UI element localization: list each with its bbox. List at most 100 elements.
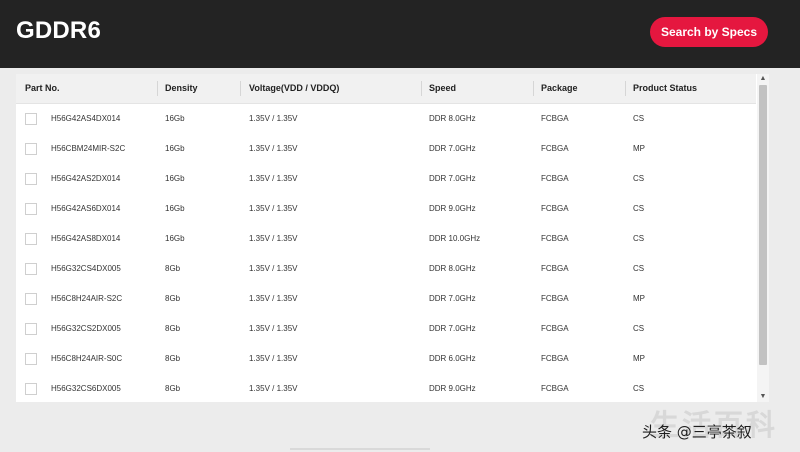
density-cell: 16Gb	[165, 204, 185, 213]
package-cell: FCBGA	[541, 294, 569, 303]
table-header: Part No. Density Voltage(VDD / VDDQ) Spe…	[16, 74, 756, 104]
part-number-cell: H56G32CS2DX005	[51, 324, 121, 333]
voltage-cell: 1.35V / 1.35V	[249, 264, 298, 273]
density-cell: 8Gb	[165, 264, 181, 273]
status-cell: MP	[633, 144, 645, 153]
density-cell: 16Gb	[165, 114, 185, 123]
column-header-part-no[interactable]: Part No.	[25, 74, 60, 103]
column-divider	[533, 81, 534, 96]
row-checkbox[interactable]	[25, 263, 37, 275]
page-title: GDDR6	[16, 17, 102, 44]
watermark-text: 头条 @三亭茶叙	[642, 423, 752, 441]
speed-cell: DDR 7.0GHz	[429, 294, 476, 303]
density-cell: 16Gb	[165, 174, 185, 183]
column-divider	[421, 81, 422, 96]
row-checkbox[interactable]	[25, 203, 37, 215]
voltage-cell: 1.35V / 1.35V	[249, 354, 298, 363]
column-header-product-status[interactable]: Product Status	[633, 74, 697, 103]
column-header-voltage[interactable]: Voltage(VDD / VDDQ)	[249, 74, 339, 103]
divider	[290, 448, 430, 450]
row-checkbox[interactable]	[25, 143, 37, 155]
voltage-cell: 1.35V / 1.35V	[249, 234, 298, 243]
table-row[interactable]: H56G32CS2DX005 8Gb 1.35V / 1.35V DDR 7.0GHz…	[16, 314, 756, 345]
status-cell: MP	[633, 354, 645, 363]
density-cell: 8Gb	[165, 294, 181, 303]
status-cell: CS	[633, 204, 645, 213]
column-divider	[240, 81, 241, 96]
row-checkbox[interactable]	[25, 383, 37, 395]
speed-cell: DDR 7.0GHz	[429, 174, 476, 183]
column-divider	[157, 81, 158, 96]
column-header-density[interactable]: Density	[165, 74, 198, 103]
page-header: GDDR6 Search by Specs	[0, 0, 800, 68]
chevron-down-icon[interactable]: ▼	[757, 392, 769, 402]
speed-cell: DDR 8.0GHz	[429, 114, 476, 123]
status-cell: MP	[633, 294, 645, 303]
chevron-up-icon[interactable]: ▲	[757, 74, 769, 84]
package-cell: FCBGA	[541, 114, 569, 123]
part-number-cell: H56G32CS6DX005	[51, 384, 121, 393]
status-cell: CS	[633, 174, 645, 183]
speed-cell: DDR 7.0GHz	[429, 324, 476, 333]
density-cell: 8Gb	[165, 324, 181, 333]
part-number-cell: H56G42AS6DX014	[51, 204, 121, 213]
package-cell: FCBGA	[541, 324, 569, 333]
package-cell: FCBGA	[541, 204, 569, 213]
voltage-cell: 1.35V / 1.35V	[249, 144, 298, 153]
voltage-cell: 1.35V / 1.35V	[249, 114, 298, 123]
package-cell: FCBGA	[541, 384, 569, 393]
row-checkbox[interactable]	[25, 323, 37, 335]
row-checkbox[interactable]	[25, 113, 37, 125]
table-row[interactable]: H56G42AS2DX014 16Gb 1.35V / 1.35V DDR 7.0GH…	[16, 164, 756, 195]
status-cell: CS	[633, 264, 645, 273]
part-number-cell: H56C8H24AIR-S2C	[51, 294, 123, 303]
part-number-cell: H56C8H24AIR-S0C	[51, 354, 123, 363]
density-cell: 16Gb	[165, 234, 185, 243]
status-cell: CS	[633, 384, 645, 393]
product-table: Part No. Density Voltage(VDD / VDDQ) Spe…	[16, 74, 769, 402]
part-number-cell: H56G32CS4DX005	[51, 264, 121, 273]
table-row[interactable]: H56G42AS8DX014 16Gb 1.35V / 1.35V DDR 10.0G…	[16, 224, 756, 255]
part-number-cell: H56G42AS2DX014	[51, 174, 121, 183]
table-row[interactable]: H56G42AS4DX014 16Gb 1.35V / 1.35V DDR 8.0GH…	[16, 104, 756, 135]
table-row[interactable]: H56CBM24MIR-S2C 16Gb 1.35V / 1.35V DDR 7.0G…	[16, 134, 756, 165]
part-number-cell: H56G42AS4DX014	[51, 114, 121, 123]
voltage-cell: 1.35V / 1.35V	[249, 324, 298, 333]
column-divider	[625, 81, 626, 96]
voltage-cell: 1.35V / 1.35V	[249, 174, 298, 183]
table-row[interactable]: H56G32CS4DX005 8Gb 1.35V / 1.35V DDR 8.0GHz…	[16, 254, 756, 285]
search-by-specs-button[interactable]: Search by Specs	[650, 17, 768, 47]
voltage-cell: 1.35V / 1.35V	[249, 384, 298, 393]
row-checkbox[interactable]	[25, 173, 37, 185]
voltage-cell: 1.35V / 1.35V	[249, 204, 298, 213]
density-cell: 8Gb	[165, 384, 181, 393]
table-row[interactable]: H56C8H24AIR-S0C 8Gb 1.35V / 1.35V DDR 6.0GH…	[16, 344, 756, 375]
row-checkbox[interactable]	[25, 293, 37, 305]
table-row[interactable]: H56G32CS6DX005 8Gb 1.35V / 1.35V DDR 9.0GHz…	[16, 374, 756, 402]
package-cell: FCBGA	[541, 144, 569, 153]
row-checkbox[interactable]	[25, 353, 37, 365]
part-number-cell: H56G42AS8DX014	[51, 234, 121, 243]
column-header-speed[interactable]: Speed	[429, 74, 456, 103]
package-cell: FCBGA	[541, 354, 569, 363]
speed-cell: DDR 10.0GHz	[429, 234, 481, 243]
speed-cell: DDR 7.0GHz	[429, 144, 476, 153]
speed-cell: DDR 6.0GHz	[429, 354, 476, 363]
density-cell: 16Gb	[165, 144, 185, 153]
package-cell: FCBGA	[541, 264, 569, 273]
part-number-cell: H56CBM24MIR-S2C	[51, 144, 126, 153]
status-cell: CS	[633, 324, 645, 333]
table-row[interactable]: H56G42AS6DX014 16Gb 1.35V / 1.35V DDR 9.0GH…	[16, 194, 756, 225]
status-cell: CS	[633, 234, 645, 243]
table-scrollbar[interactable]: ▲ ▼	[757, 74, 769, 402]
voltage-cell: 1.35V / 1.35V	[249, 294, 298, 303]
density-cell: 8Gb	[165, 354, 181, 363]
column-header-package[interactable]: Package	[541, 74, 578, 103]
package-cell: FCBGA	[541, 174, 569, 183]
row-checkbox[interactable]	[25, 233, 37, 245]
speed-cell: DDR 8.0GHz	[429, 264, 476, 273]
package-cell: FCBGA	[541, 234, 569, 243]
scrollbar-thumb[interactable]	[759, 85, 767, 365]
status-cell: CS	[633, 114, 645, 123]
table-row[interactable]: H56C8H24AIR-S2C 8Gb 1.35V / 1.35V DDR 7.0GH…	[16, 284, 756, 315]
